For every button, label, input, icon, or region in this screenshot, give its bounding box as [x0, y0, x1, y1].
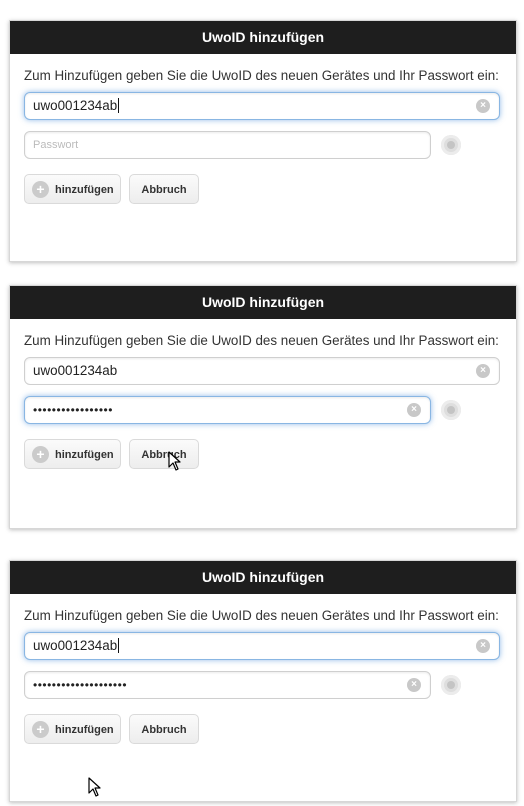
password-value: •••••••••••••••••••• — [33, 678, 128, 692]
eye-icon[interactable] — [441, 675, 461, 695]
add-button-label: hinzufügen — [55, 449, 114, 461]
add-button-label: hinzufügen — [55, 724, 114, 736]
dialog-message: Zum Hinzufügen geben Sie die UwoID des n… — [24, 333, 499, 348]
dialog-content: Zum Hinzufügen geben Sie die UwoID des n… — [10, 319, 516, 471]
clear-icon[interactable]: × — [476, 639, 490, 653]
mouse-pointer-icon — [88, 777, 101, 797]
text-caret — [118, 638, 120, 653]
plus-circle-icon: + — [32, 446, 49, 463]
password-input[interactable]: ••••••••••••••••• × — [24, 396, 431, 424]
dialog-message: Zum Hinzufügen geben Sie die UwoID des n… — [24, 608, 499, 623]
uwoid-input[interactable]: uwo001234ab × — [24, 92, 500, 120]
add-button-label: hinzufügen — [55, 184, 114, 196]
cancel-button[interactable]: Abbruch — [129, 174, 199, 204]
password-value: ••••••••••••••••• — [33, 403, 113, 417]
add-button[interactable]: + hinzufügen — [24, 714, 121, 744]
password-row: •••••••••••••••••••• × — [24, 671, 502, 701]
screenshot-stage: UwoID hinzufügen Zum Hinzufügen geben Si… — [0, 0, 524, 806]
password-row: Passwort — [24, 131, 502, 161]
add-uwoid-dialog: UwoID hinzufügen Zum Hinzufügen geben Si… — [9, 560, 517, 802]
dialog-title: UwoID hinzufügen — [10, 21, 516, 54]
dialog-message: Zum Hinzufügen geben Sie die UwoID des n… — [24, 68, 499, 83]
text-caret — [118, 98, 120, 113]
button-bar: + hinzufügen Abbruch — [24, 174, 502, 206]
password-placeholder: Passwort — [33, 139, 79, 151]
eye-icon[interactable] — [441, 400, 461, 420]
password-input[interactable]: Passwort — [24, 131, 431, 159]
button-bar: + hinzufügen Abbruch — [24, 439, 502, 471]
uwoid-value: uwo001234ab — [33, 363, 118, 378]
cancel-button[interactable]: Abbruch — [129, 439, 199, 469]
uwoid-input[interactable]: uwo001234ab × — [24, 357, 500, 385]
password-input[interactable]: •••••••••••••••••••• × — [24, 671, 431, 699]
plus-circle-icon: + — [32, 721, 49, 738]
uwoid-input[interactable]: uwo001234ab × — [24, 632, 500, 660]
add-uwoid-dialog: UwoID hinzufügen Zum Hinzufügen geben Si… — [9, 285, 517, 529]
clear-icon[interactable]: × — [476, 364, 490, 378]
add-uwoid-dialog: UwoID hinzufügen Zum Hinzufügen geben Si… — [9, 20, 517, 262]
add-button[interactable]: + hinzufügen — [24, 439, 121, 469]
add-button[interactable]: + hinzufügen — [24, 174, 121, 204]
dialog-content: Zum Hinzufügen geben Sie die UwoID des n… — [10, 54, 516, 206]
eye-icon[interactable] — [441, 135, 461, 155]
mouse-pointer-icon — [168, 451, 181, 471]
clear-icon[interactable]: × — [407, 678, 421, 692]
uwoid-value: uwo001234ab — [33, 638, 120, 653]
cancel-button-label: Abbruch — [141, 184, 187, 196]
clear-icon[interactable]: × — [407, 403, 421, 417]
clear-icon[interactable]: × — [476, 99, 490, 113]
dialog-content: Zum Hinzufügen geben Sie die UwoID des n… — [10, 594, 516, 746]
plus-circle-icon: + — [32, 181, 49, 198]
dialog-title: UwoID hinzufügen — [10, 286, 516, 319]
dialog-title: UwoID hinzufügen — [10, 561, 516, 594]
cancel-button[interactable]: Abbruch — [129, 714, 199, 744]
button-bar: + hinzufügen Abbruch — [24, 714, 502, 746]
uwoid-value: uwo001234ab — [33, 98, 120, 113]
password-row: ••••••••••••••••• × — [24, 396, 502, 426]
cancel-button-label: Abbruch — [141, 724, 187, 736]
